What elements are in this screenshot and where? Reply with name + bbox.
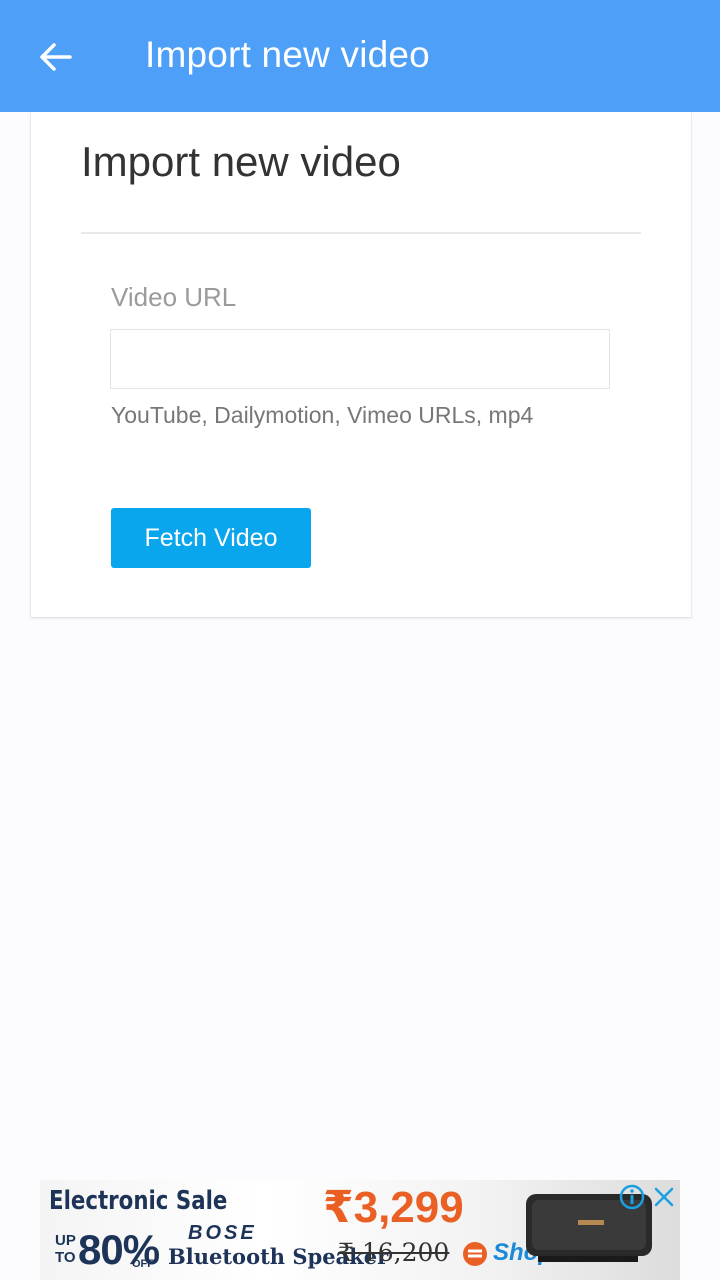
info-icon[interactable] <box>618 1183 646 1211</box>
video-url-label: Video URL <box>111 282 237 312</box>
divider <box>81 232 641 234</box>
close-icon[interactable] <box>650 1183 678 1211</box>
arrow-left-icon <box>40 43 72 71</box>
ad-headline: Electronic Sale <box>49 1186 228 1216</box>
card-title: Import new video <box>81 138 401 185</box>
video-url-hint: YouTube, Dailymotion, Vimeo URLs, mp4 <box>111 402 534 428</box>
ad-off: OFF <box>132 1258 154 1270</box>
ad-upto-text: UP TO <box>55 1232 76 1266</box>
shopping-bag-icon <box>463 1242 487 1266</box>
fetch-video-button[interactable]: Fetch Video <box>111 508 311 568</box>
video-url-input[interactable] <box>110 329 610 389</box>
ad-banner[interactable]: Electronic Sale UP TO 80% OFF BOSE Bluet… <box>40 1180 680 1280</box>
ad-upto: UP TO <box>55 1232 76 1266</box>
ad-old-price: ₹ 16,200 <box>338 1238 450 1267</box>
app-bar-title: Import new video <box>145 34 430 75</box>
back-button[interactable] <box>28 30 82 84</box>
ad-price: ₹3,299 <box>323 1183 464 1232</box>
app-bar: Import new video <box>0 0 720 112</box>
import-card: Import new video Video URL YouTube, Dail… <box>30 112 692 618</box>
ad-brand: BOSE <box>188 1222 257 1244</box>
